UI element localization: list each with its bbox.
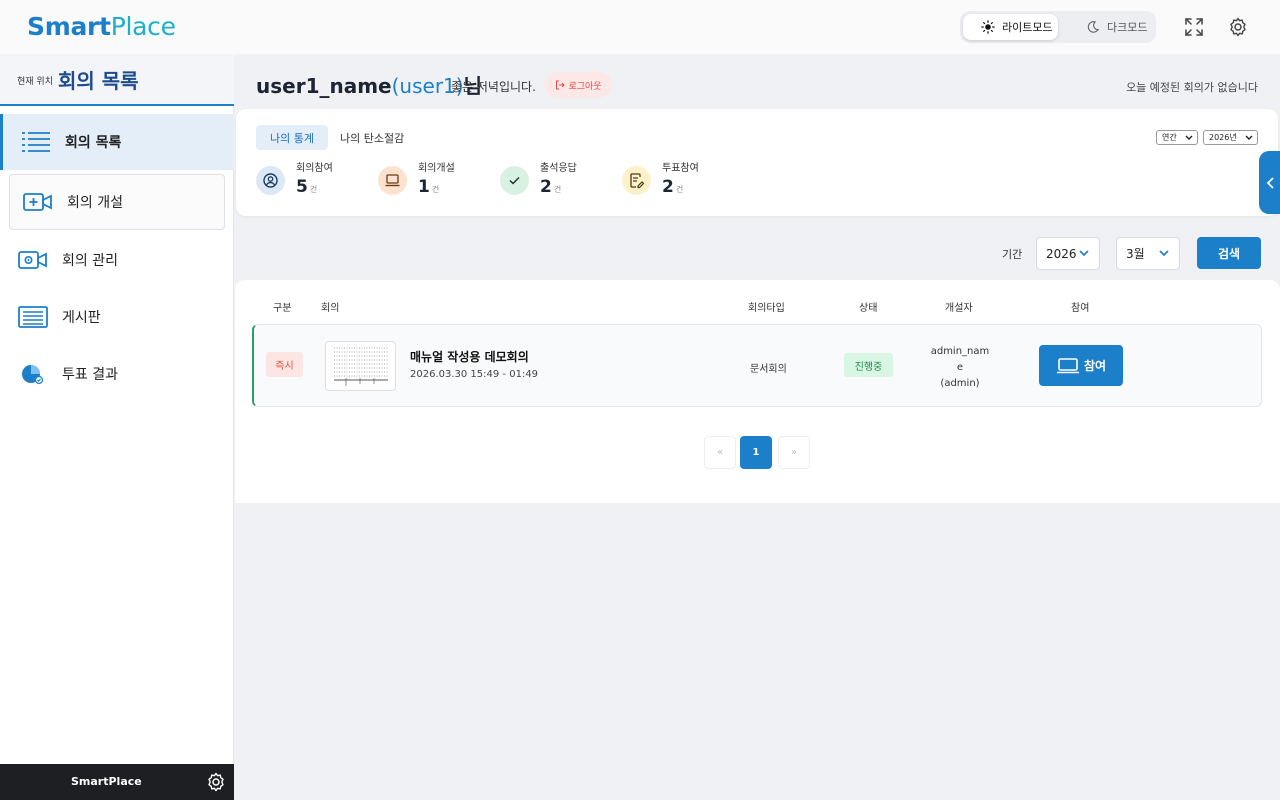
chevron-down-icon — [1245, 135, 1253, 140]
tab-my-stats[interactable]: 나의 통계 — [256, 125, 328, 150]
sidebar: 현재 위치 회의 목록 회의 목록 회의 개설 회의 관리 게시판 투표 결과 … — [0, 54, 234, 800]
side-panel-toggle[interactable] — [1259, 151, 1280, 214]
meeting-datetime: 2026.03.30 15:49 - 01:49 — [410, 369, 539, 380]
logo-smart: Smart — [27, 12, 111, 41]
light-mode-button[interactable]: 라이트모드 — [963, 14, 1058, 40]
video-add-icon — [23, 193, 52, 211]
pagination-page-1[interactable]: 1 — [740, 436, 772, 469]
sidebar-item-label: 게시판 — [62, 310, 101, 326]
join-button[interactable]: 참여 — [1039, 345, 1123, 386]
pie-chart-icon — [22, 365, 44, 385]
column-header-meeting: 회의 — [321, 303, 340, 314]
sidebar-item-label: 회의 관리 — [62, 253, 118, 269]
column-header-category: 구분 — [273, 303, 292, 314]
join-label: 참여 — [1083, 359, 1107, 373]
chevron-down-icon — [1079, 250, 1089, 257]
period-label: 기간 — [1002, 248, 1023, 261]
today-schedule-text: 오늘 예정된 회의가 없습니다 — [1126, 81, 1258, 94]
greeting-message: 좋은 저녁입니다. — [451, 80, 536, 94]
document-thumbnail — [325, 341, 396, 391]
light-mode-label: 라이트모드 — [1002, 21, 1053, 34]
stat-value: 2건 — [662, 177, 684, 197]
tab-carbon-saving[interactable]: 나의 탄소절감 — [326, 125, 418, 150]
sidebar-item-manage-meeting[interactable]: 회의 관리 — [0, 232, 234, 288]
board-icon — [18, 306, 48, 328]
meeting-creator: admin_nam e (admin) — [930, 346, 990, 389]
participation-icon — [256, 166, 285, 195]
footer-gear-icon[interactable] — [206, 772, 226, 792]
chevron-down-icon — [1159, 250, 1169, 257]
sidebar-item-label: 회의 개설 — [67, 195, 123, 211]
moon-icon — [1087, 21, 1100, 33]
check-icon — [500, 166, 529, 195]
edit-document-icon — [622, 166, 651, 195]
meeting-type: 문서회의 — [750, 364, 787, 375]
user-greeting-name: user1_name(user1)님 — [256, 70, 482, 99]
category-badge: 즉시 — [266, 352, 303, 377]
stat-created: 회의개설 1건 — [378, 159, 488, 199]
sidebar-item-label: 회의 목록 — [65, 135, 122, 151]
chevron-down-icon — [1185, 135, 1193, 140]
top-bar: SmartPlace 라이트모드 다크모드 — [0, 0, 1280, 54]
list-icon — [22, 132, 50, 152]
search-button[interactable]: 검색 — [1197, 237, 1261, 269]
sidebar-item-meeting-list[interactable]: 회의 목록 — [0, 114, 234, 170]
stat-value: 5건 — [296, 177, 318, 197]
column-header-status: 상태 — [859, 303, 878, 314]
year-select[interactable]: 2026년 — [1203, 130, 1258, 145]
status-badge: 진행중 — [844, 353, 893, 377]
column-header-creator: 개설자 — [945, 303, 973, 314]
footer-title: SmartPlace — [71, 775, 142, 788]
location-label: 현재 위치 — [17, 77, 53, 87]
stat-label: 회의개설 — [418, 163, 455, 174]
fullscreen-icon[interactable] — [1184, 17, 1204, 37]
sidebar-item-board[interactable]: 게시판 — [0, 289, 234, 345]
filter-month-select[interactable]: 3월 — [1116, 237, 1180, 270]
column-header-type: 회의타입 — [748, 303, 785, 314]
table-row[interactable]: 즉시 매뉴얼 작성용 데모회의 2026.03.30 15:49 - 01:49… — [252, 324, 1262, 407]
logout-button[interactable]: 로그아웃 — [545, 72, 612, 98]
sidebar-item-label: 투표 결과 — [62, 367, 118, 383]
dark-mode-button[interactable]: 다크모드 — [1068, 14, 1154, 40]
meeting-list-card: 구분 회의 회의타입 상태 개설자 참여 즉시 매뉴얼 작성용 데모회의 202… — [235, 280, 1280, 503]
period-select-value: 연간 — [1162, 133, 1177, 142]
user-name: user1_name — [256, 74, 392, 98]
meeting-title[interactable]: 매뉴얼 작성용 데모회의 — [410, 348, 529, 365]
video-settings-icon — [18, 251, 47, 269]
stat-label: 투표참여 — [662, 163, 699, 174]
filter-month-value: 3월 — [1126, 247, 1145, 261]
pagination-prev[interactable]: « — [704, 436, 736, 469]
year-select-value: 2026년 — [1209, 133, 1237, 142]
stat-value: 1건 — [418, 177, 440, 197]
theme-toggle: 라이트모드 다크모드 — [960, 11, 1156, 43]
stats-card: 나의 통계 나의 탄소절감 연간 2026년 회의참여 5건 회의개설 1건 출… — [236, 109, 1278, 216]
filter-year-select[interactable]: 2026 — [1036, 237, 1100, 270]
laptop-icon — [1056, 357, 1079, 373]
location-title: 회의 목록 — [58, 69, 139, 93]
chevron-left-icon — [1266, 177, 1274, 189]
current-location: 현재 위치 회의 목록 — [0, 54, 234, 106]
stat-value: 2건 — [540, 177, 562, 197]
laptop-icon — [378, 166, 407, 195]
stat-label: 회의참여 — [296, 163, 333, 174]
sidebar-item-create-meeting[interactable]: 회의 개설 — [9, 174, 225, 230]
stat-attendance: 출석응답 2건 — [500, 159, 610, 199]
sun-icon — [981, 20, 995, 34]
logout-label: 로그아웃 — [568, 81, 602, 92]
column-header-join: 참여 — [1071, 303, 1090, 314]
stat-vote: 투표참여 2건 — [622, 159, 732, 199]
filter-year-value: 2026 — [1046, 246, 1077, 261]
logo-place: Place — [110, 12, 176, 41]
dark-mode-label: 다크모드 — [1107, 21, 1148, 34]
stat-participation: 회의참여 5건 — [256, 159, 366, 199]
logo[interactable]: SmartPlace — [27, 12, 176, 41]
sidebar-item-vote-results[interactable]: 투표 결과 — [0, 346, 234, 402]
period-select[interactable]: 연간 — [1156, 130, 1198, 145]
sidebar-footer: SmartPlace — [0, 764, 234, 800]
logout-icon — [556, 80, 566, 90]
pagination-next[interactable]: » — [778, 436, 810, 469]
stat-label: 출석응답 — [540, 163, 577, 174]
settings-gear-icon[interactable] — [1228, 17, 1248, 37]
